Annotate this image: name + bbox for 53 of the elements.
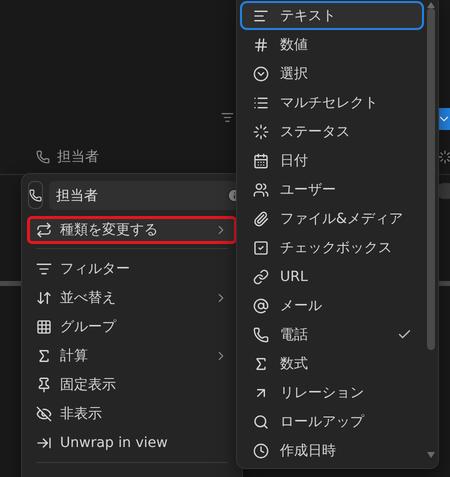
menu-item[interactable]: 非表示 <box>28 399 236 428</box>
type-option[interactable]: ロールアップ <box>240 407 424 436</box>
type-option[interactable]: 数式 <box>240 349 424 378</box>
column-header[interactable]: 担当者 <box>57 148 99 166</box>
icon-button[interactable] <box>28 181 43 209</box>
eye-off-icon <box>36 406 52 422</box>
type-option[interactable]: 選択 <box>240 59 424 88</box>
type-option[interactable]: URL <box>240 262 424 291</box>
repeat-icon <box>36 222 52 238</box>
phone-icon <box>36 150 50 164</box>
type-option[interactable]: メール <box>240 291 424 320</box>
menu-item[interactable]: フィルター <box>28 254 236 283</box>
loader-icon <box>438 150 450 164</box>
menu-item[interactable]: グループ <box>28 312 236 341</box>
circle-chevron-icon <box>253 66 269 82</box>
at-icon <box>253 298 269 314</box>
type-option[interactable]: ステータス <box>240 117 424 146</box>
menu-item[interactable]: 種類を変更する <box>28 217 236 243</box>
menu-item[interactable]: 固定表示 <box>28 370 236 399</box>
type-option[interactable]: 数値 <box>240 30 424 59</box>
checkbox-icon <box>253 240 269 256</box>
search-icon <box>253 414 269 430</box>
hash-icon <box>253 36 269 52</box>
type-option[interactable]: 日付 <box>240 146 424 175</box>
paperclip-icon <box>253 210 269 226</box>
type-option[interactable]: リレーション <box>240 378 424 407</box>
type-option[interactable]: マルチセレクト <box>240 88 424 117</box>
phone-icon <box>29 188 42 202</box>
calendar-icon <box>253 152 269 168</box>
arrow-right-bar-icon <box>36 434 52 450</box>
cell-bar <box>0 281 22 286</box>
scroll-down-icon[interactable] <box>427 452 435 458</box>
menu-item[interactable]: 並べ替え <box>28 283 236 312</box>
menu-item[interactable]: Unwrap in view <box>28 428 236 457</box>
lines-icon <box>253 8 269 24</box>
pin-icon <box>36 376 52 392</box>
filter-icon <box>36 260 52 276</box>
grid-icon <box>36 318 52 334</box>
link-icon <box>253 268 269 284</box>
clock-icon <box>253 442 269 458</box>
type-option[interactable]: 作成日時 <box>240 436 424 465</box>
filter-icon[interactable] <box>221 111 234 124</box>
type-option[interactable]: テキスト <box>240 1 424 30</box>
sort-icon <box>36 290 52 306</box>
phone-icon <box>253 326 269 342</box>
loader-icon <box>253 124 269 140</box>
type-option[interactable]: 電話 <box>240 320 424 349</box>
scrollbar-thumb[interactable] <box>427 8 435 350</box>
type-option[interactable]: チェックボックス <box>240 233 424 262</box>
users-icon <box>253 182 269 198</box>
cell-bar <box>438 281 450 286</box>
menu-item[interactable]: 計算 <box>28 341 236 370</box>
list-icon <box>253 94 269 110</box>
